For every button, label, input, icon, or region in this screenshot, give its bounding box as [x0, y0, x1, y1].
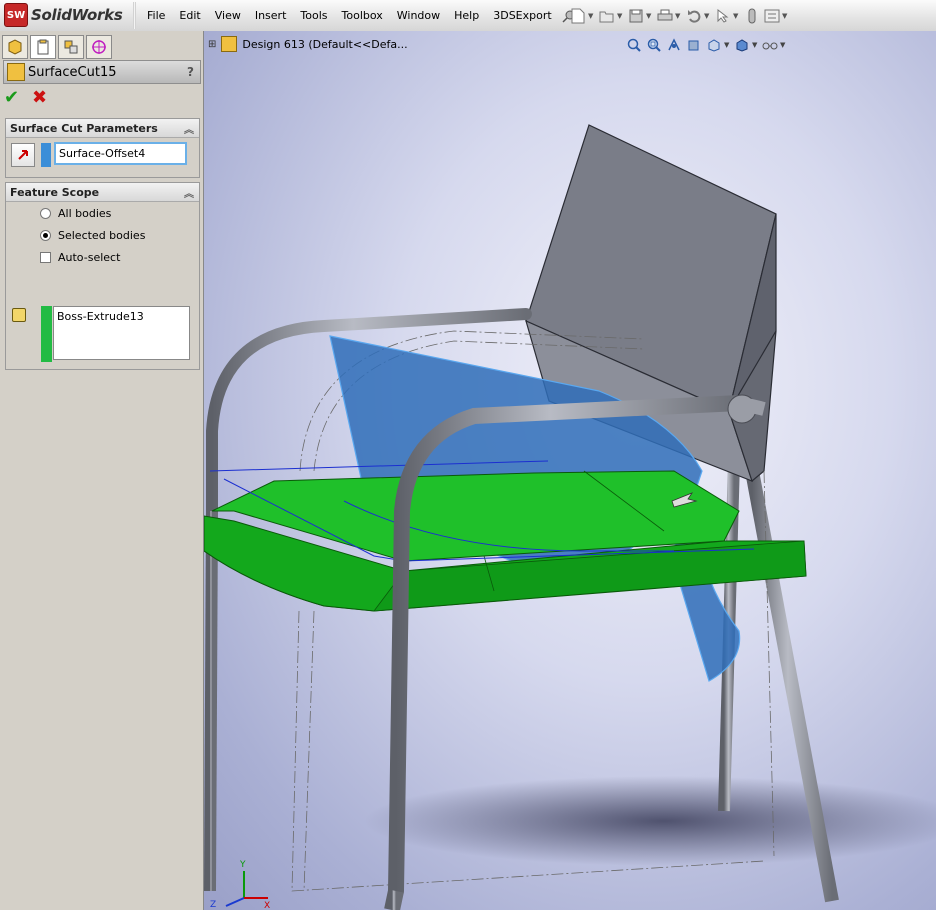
new-document-icon[interactable] [568, 6, 588, 26]
seat-body-boss-extrude[interactable] [204, 470, 807, 612]
assembly-icon [221, 36, 238, 52]
save-icon[interactable] [626, 6, 646, 26]
feature-scope-group: Feature Scope ︽ All bodies Selected bodi… [5, 182, 200, 370]
menu-insert[interactable]: Insert [248, 9, 294, 22]
menu-tools[interactable]: Tools [293, 9, 334, 22]
menu-file[interactable]: File [140, 9, 172, 22]
select-dropdown-icon[interactable]: ▼ [733, 12, 742, 20]
radio-label: Selected bodies [58, 229, 146, 242]
undo-icon[interactable] [684, 6, 704, 26]
chair-model-scene[interactable]: Y X Z [204, 31, 936, 910]
hide-show-icon[interactable] [760, 36, 780, 54]
configuration-manager-icon[interactable] [58, 35, 84, 59]
zoom-to-fit-icon[interactable] [624, 36, 644, 54]
section-view-icon[interactable] [684, 36, 704, 54]
open-dropdown-icon[interactable]: ▼ [617, 12, 626, 20]
ok-button[interactable]: ✔ [4, 87, 26, 108]
app-brand: SolidWorks [31, 6, 123, 24]
bodies-color-swatch [41, 306, 52, 362]
selected-bodies-radio[interactable]: Selected bodies [40, 229, 145, 242]
solidworks-logo-icon: SW [4, 3, 28, 27]
print-icon[interactable] [655, 6, 675, 26]
feature-scope-header[interactable]: Feature Scope ︽ [6, 183, 199, 202]
checkbox[interactable] [40, 252, 51, 263]
cutting-surface-selection-box[interactable]: Surface-Offset4 [54, 142, 187, 165]
graphics-area[interactable]: Y X Z ⊞ Design 613 (Default<<Defa... ▼ ▼ [204, 31, 936, 910]
property-manager-panel: SurfaceCut15 ? ✔ ✖ Surface Cut Parameter… [0, 31, 204, 910]
property-manager-icon[interactable] [30, 35, 56, 59]
help-icon[interactable]: ? [187, 65, 194, 79]
radio-button[interactable] [40, 230, 51, 241]
ok-cancel-bar: ✔ ✖ [4, 87, 54, 108]
collapse-chevron-icon[interactable]: ︽ [184, 121, 194, 136]
menu-view[interactable]: View [208, 9, 248, 22]
front-left-leg[interactable] [204, 510, 218, 892]
floor-shadow [364, 776, 936, 866]
menu-bar: File Edit View Insert Tools Toolbox Wind… [140, 0, 579, 31]
open-icon[interactable] [597, 6, 617, 26]
solid-bodies-icon [12, 308, 26, 322]
save-dropdown-icon[interactable]: ▼ [646, 12, 655, 20]
standard-toolbar: ▼ ▼ ▼ ▼ ▼ ▼ ▼ [568, 4, 791, 28]
checkbox-label: Auto-select [58, 251, 121, 264]
surface-cut-feature-icon [7, 63, 25, 81]
property-manager-header: SurfaceCut15 ? [3, 60, 201, 84]
options-icon[interactable] [762, 6, 782, 26]
reference-triad: Y X Z [210, 860, 270, 910]
bodies-selection-list[interactable]: Boss-Extrude13 [53, 306, 190, 360]
menu-help[interactable]: Help [447, 9, 486, 22]
print-dropdown-icon[interactable]: ▼ [675, 12, 684, 20]
menu-3dsexport[interactable]: 3DSExport [486, 9, 558, 22]
radio-label: All bodies [58, 207, 112, 220]
hide-show-dropdown-icon[interactable]: ▼ [780, 41, 788, 49]
heads-up-view-toolbar: ▼ ▼ ▼ [624, 36, 788, 54]
previous-view-icon[interactable] [664, 36, 684, 54]
view-orientation-icon[interactable] [704, 36, 724, 54]
options-dropdown-icon[interactable]: ▼ [782, 12, 791, 20]
menu-toolbox[interactable]: Toolbox [335, 9, 390, 22]
dimxpert-icon[interactable] [86, 35, 112, 59]
title-separator [133, 2, 136, 29]
select-icon[interactable] [713, 6, 733, 26]
title-bar: SW SolidWorks File Edit View Insert Tool… [0, 0, 936, 32]
document-name[interactable]: Design 613 (Default<<Defa... [242, 38, 407, 51]
feature-tree-flyout[interactable]: ⊞ Design 613 (Default<<Defa... [208, 36, 408, 52]
display-style-dropdown-icon[interactable]: ▼ [752, 41, 760, 49]
app-logo[interactable]: SW SolidWorks [4, 3, 123, 27]
x-axis-label: X [264, 901, 270, 910]
y-axis-label: Y [239, 860, 246, 870]
z-axis-label: Z [210, 900, 216, 910]
feature-manager-icon[interactable] [2, 35, 28, 59]
group-title: Feature Scope [10, 185, 100, 199]
auto-select-checkbox[interactable]: Auto-select [40, 251, 120, 264]
new-dropdown-icon[interactable]: ▼ [588, 12, 597, 20]
all-bodies-radio[interactable]: All bodies [40, 207, 111, 220]
undo-dropdown-icon[interactable]: ▼ [704, 12, 713, 20]
menu-window[interactable]: Window [390, 9, 447, 22]
front-right-leg[interactable] [384, 889, 404, 910]
expand-icon[interactable]: ⊞ [208, 39, 216, 50]
display-style-icon[interactable] [732, 36, 752, 54]
zoom-area-icon[interactable] [644, 36, 664, 54]
collapse-chevron-icon[interactable]: ︽ [184, 185, 194, 200]
rebuild-icon[interactable] [742, 6, 762, 26]
group-title: Surface Cut Parameters [10, 121, 158, 135]
feature-title: SurfaceCut15 [28, 64, 117, 80]
cancel-button[interactable]: ✖ [32, 87, 54, 108]
radio-button[interactable] [40, 208, 51, 219]
selection-color-swatch [41, 143, 51, 167]
armrest-front[interactable] [737, 396, 766, 416]
menu-edit[interactable]: Edit [172, 9, 207, 22]
view-orientation-dropdown-icon[interactable]: ▼ [724, 41, 732, 49]
flip-cut-direction-icon[interactable] [11, 143, 35, 167]
manager-tabs [2, 35, 114, 59]
surface-cut-parameters-header[interactable]: Surface Cut Parameters ︽ [6, 119, 199, 138]
surface-cut-parameters-group: Surface Cut Parameters ︽ Surface-Offset4 [5, 118, 200, 178]
list-item[interactable]: Boss-Extrude13 [57, 310, 186, 323]
